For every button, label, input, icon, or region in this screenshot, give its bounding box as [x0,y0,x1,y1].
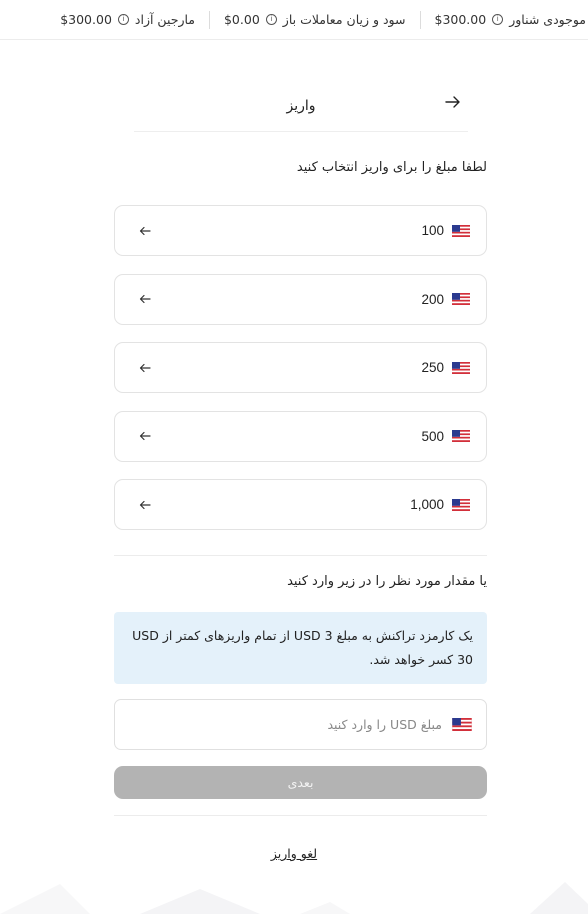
stat-open-pnl: سود و زیان معاملات باز i $0.00 [210,12,420,27]
preset-amount-list: 100 200 250 500 1,000 [114,205,487,548]
background-decoration [0,882,588,914]
stat-floating-balance: موجودی شناور i $300.00 [421,12,588,27]
us-flag-icon [452,361,470,374]
amount-option-100[interactable]: 100 [114,205,487,256]
us-flag-icon [452,718,472,731]
info-icon[interactable]: i [492,14,504,25]
amount-input[interactable] [115,700,442,749]
info-icon[interactable]: i [117,14,129,25]
divider [419,10,421,29]
divider [208,10,210,29]
next-button[interactable]: بعدی [114,766,487,799]
stat-label: مارجین آزاد [134,12,195,27]
select-amount-prompt: لطفا مبلغ را برای واریز انتخاب کنید [296,160,487,175]
arrow-left-icon [139,294,151,304]
arrow-left-icon [139,226,151,235]
us-flag-icon [452,293,470,305]
amount-value: 100 [421,223,444,238]
back-button[interactable] [438,88,468,116]
amount-value: 250 [421,360,444,375]
stat-value: $300.00 [60,12,112,27]
stat-label: موجودی شناور [509,12,586,27]
stat-value: $300.00 [434,12,487,27]
amount-option-200[interactable]: 200 [114,273,487,325]
amount-value: 500 [421,428,444,444]
arrow-left-icon [139,363,151,372]
account-stats-bar: موجودی شناور i $300.00 سود و زیان معاملا… [0,0,588,40]
us-flag-icon [452,430,470,442]
amount-value: 200 [421,291,444,307]
divider [114,555,487,556]
custom-amount-prompt: یا مقدار مورد نظر را در زیر وارد کنید [287,574,487,589]
stat-value: $0.00 [223,12,260,27]
amount-value: 1,000 [410,497,444,512]
amount-option-250[interactable]: 250 [114,342,487,393]
page-title: واریز [286,97,316,114]
amount-option-1000[interactable]: 1,000 [114,479,487,530]
custom-amount-field [114,699,487,750]
stat-free-margin: مارجین آزاد i $300.00 [46,12,209,27]
fee-notice: یک کارمزد تراکنش به مبلغ USD 3 از تمام و… [114,612,487,684]
us-flag-icon [452,498,470,511]
arrow-left-icon [139,500,151,509]
amount-option-500[interactable]: 500 [114,410,487,462]
us-flag-icon [452,224,470,237]
arrow-right-icon [445,96,460,108]
arrow-left-icon [139,431,151,441]
info-icon[interactable]: i [265,14,277,25]
divider [114,815,487,816]
stat-label: سود و زیان معاملات باز [282,12,406,27]
cancel-deposit-link[interactable]: لغو واریز [0,846,588,861]
deposit-header: واریز [134,80,468,132]
